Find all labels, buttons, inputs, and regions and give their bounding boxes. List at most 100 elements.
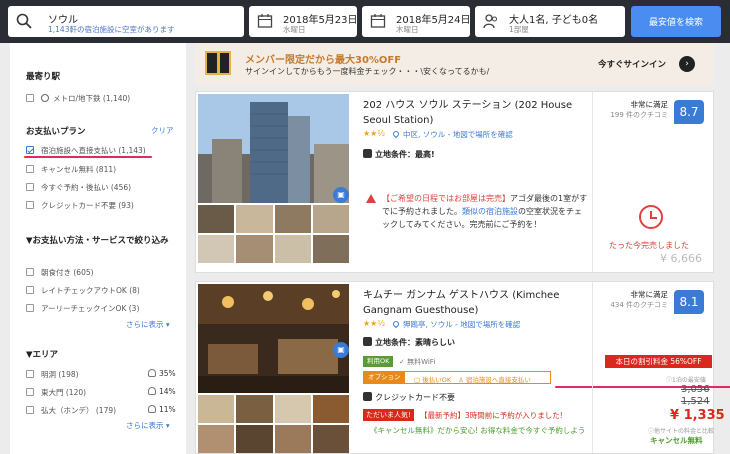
filter-label: 朝食付き (605) [41, 267, 94, 277]
checkbox[interactable] [26, 201, 34, 209]
free-cancel-promo: 《キャンセル無料》だから安心! お得な料金で今すぐ予約しよう [370, 426, 586, 435]
checkbox[interactable] [26, 268, 34, 276]
checkbox[interactable] [26, 165, 34, 173]
popular-badge: ただいま人気! [363, 409, 414, 421]
thumbnail[interactable] [236, 395, 273, 423]
star-rating: ★★½ [363, 129, 386, 138]
discount-badge: 本日の割引料金 56%OFF [605, 355, 712, 368]
train-icon [363, 149, 372, 158]
arrow-right-icon[interactable]: › [679, 56, 695, 72]
thumbnail-strip [198, 205, 349, 263]
filter-label: キャンセル無料 (811) [41, 164, 117, 174]
location-link[interactable]: 中区, ソウル - 地図で場所を確認 [391, 129, 513, 140]
thumbnail[interactable] [312, 235, 349, 263]
thumbnail[interactable] [198, 425, 235, 453]
location-rating: 立地条件：最高! [363, 149, 435, 160]
train-icon: ▣ [333, 187, 349, 203]
filter-label: 宿泊施設へ直接支払い (1,143) [41, 145, 146, 155]
filter-late-checkout[interactable]: レイトチェックアウトOK (8) [26, 284, 140, 296]
hotel-card[interactable]: ▣ キムチー ガンナム ゲストハウス (Kimchee Gangnam Gues… [195, 281, 730, 454]
divider [592, 282, 593, 453]
checkbox[interactable] [26, 146, 34, 154]
checkbox[interactable] [26, 406, 34, 414]
filter-breakfast[interactable]: 朝食付き (605) [26, 266, 94, 278]
review-label: 非常に満足 [630, 100, 669, 109]
filter-metro[interactable]: メトロ/地下鉄 (1,140) [26, 92, 130, 104]
filter-free-cancel[interactable]: キャンセル無料 (811) [26, 163, 116, 175]
similar-properties-link[interactable]: 類似の宿泊施設 [462, 207, 518, 216]
checkbox[interactable] [26, 183, 34, 191]
compare-note[interactable]: ⓘ他サイトの料金と比較 [648, 426, 714, 435]
thumbnail[interactable] [312, 395, 349, 423]
calendar-icon [370, 14, 386, 28]
filter-area-myeongdong[interactable]: 明洞 (198) [26, 368, 79, 380]
area-percent: 11% [148, 405, 176, 414]
search-button[interactable]: 最安値を検索 [631, 6, 721, 37]
thumbnail[interactable] [236, 235, 273, 263]
thumbnail[interactable] [274, 205, 311, 233]
train-icon: ▣ [333, 342, 349, 358]
people-icon [483, 14, 497, 29]
thumbnail[interactable] [198, 395, 235, 423]
checkbox[interactable] [26, 286, 34, 294]
thumbnail[interactable] [236, 205, 273, 233]
show-more-link[interactable]: さらに表示 ▾ [126, 420, 170, 431]
checkin-field[interactable]: 2018年5月23日 水曜日 [249, 6, 358, 37]
hotel-card[interactable]: ▣ 202 ハウス ソウル ステーション (202 House Seoul St… [195, 91, 714, 273]
filter-area-hongdae[interactable]: 弘大（ホンデ） (179) [26, 404, 116, 416]
filter-no-credit-card[interactable]: クレジットカード不要 (93) [26, 199, 134, 211]
payment-clear-link[interactable]: クリア [151, 125, 174, 136]
thumbnail[interactable] [236, 425, 273, 453]
recent-booking: 【最新予約】3時間前に予約が入りました! [420, 411, 563, 420]
thumbnail[interactable] [198, 235, 235, 263]
person-icon [148, 387, 156, 395]
thumbnail[interactable] [274, 395, 311, 423]
location-link[interactable]: 狎鴎亭, ソウル - 地図で場所を確認 [391, 319, 520, 330]
banner-subtitle: サインインしてからもう一度料金チェック・・・\安くなってるかも/ [245, 67, 490, 76]
hotel-name[interactable]: キムチー ガンナム ゲストハウス (Kimchee Gangnam Guesth… [363, 288, 583, 318]
rooms-text: 1部屋 [509, 25, 529, 34]
checkbox[interactable] [26, 304, 34, 312]
map-pin-icon [391, 129, 401, 139]
area-heading[interactable]: ▼エリア [26, 348, 58, 360]
soldout-message: 【ご希望の日程ではお部屋は完売】アゴダ最後の1室がすでに予約されました。類似の宿… [382, 194, 588, 229]
hotel-photo[interactable] [198, 284, 349, 393]
filter-pay-at-property[interactable]: 宿泊施設へ直接支払い (1,143) [26, 144, 146, 156]
clock-icon [639, 205, 663, 229]
hotel-photo[interactable] [198, 94, 349, 203]
guests-field[interactable]: 大人1名, 子ども0名 1部屋 [475, 6, 625, 37]
thumbnail[interactable] [274, 425, 311, 453]
gift-icon [205, 51, 231, 75]
crossed-price: 1,524 [681, 396, 710, 407]
show-more-link[interactable]: さらに表示 ▾ [126, 319, 170, 330]
hotel-name[interactable]: 202 ハウス ソウル ステーション (202 House Seoul Stat… [363, 98, 583, 128]
checkout-field[interactable]: 2018年5月24日 木曜日 [362, 6, 471, 37]
review-count[interactable]: 434 件のクチコミ [600, 300, 668, 310]
destination-field[interactable]: ソウル 1,143軒の宿泊施設に空室があります [8, 6, 244, 37]
filter-label: 今すぐ予約・後払い (456) [41, 182, 132, 192]
final-price[interactable]: ¥ 1,335 [670, 408, 725, 423]
divider [592, 92, 593, 272]
filter-label: 弘大（ホンデ） (179) [41, 405, 117, 415]
filter-area-dongdaemun[interactable]: 東大門 (120) [26, 386, 86, 398]
filter-early-checkin[interactable]: アーリーチェックインOK (3) [26, 302, 139, 314]
thumbnail[interactable] [312, 425, 349, 453]
person-icon [148, 405, 156, 413]
signin-link[interactable]: 今すぐサインイン [598, 58, 666, 70]
thumbnail[interactable] [312, 205, 349, 233]
option-tag: オプション [364, 372, 405, 383]
filter-book-now-pay-later[interactable]: 今すぐ予約・後払い (456) [26, 181, 131, 193]
thumbnail[interactable] [274, 235, 311, 263]
member-banner[interactable]: メンバー限定だから最大30%OFF サインインしてからもう一度料金チェック・・・… [195, 43, 714, 85]
search-bar: ソウル 1,143軒の宿泊施設に空室があります 2018年5月23日 水曜日 2… [0, 0, 730, 43]
checkbox[interactable] [26, 94, 34, 102]
filter-label: メトロ/地下鉄 (1,140) [53, 93, 131, 103]
checkbox[interactable] [26, 388, 34, 396]
annotation-underline [24, 156, 152, 158]
original-price: 3,056 [681, 384, 710, 395]
thumbnail[interactable] [198, 205, 235, 233]
thumbnail-strip [198, 395, 349, 453]
review-count[interactable]: 199 件のクチコミ [600, 110, 668, 120]
service-heading[interactable]: ▼お支払い方法・サービスで絞り込み [26, 234, 169, 246]
checkbox[interactable] [26, 370, 34, 378]
